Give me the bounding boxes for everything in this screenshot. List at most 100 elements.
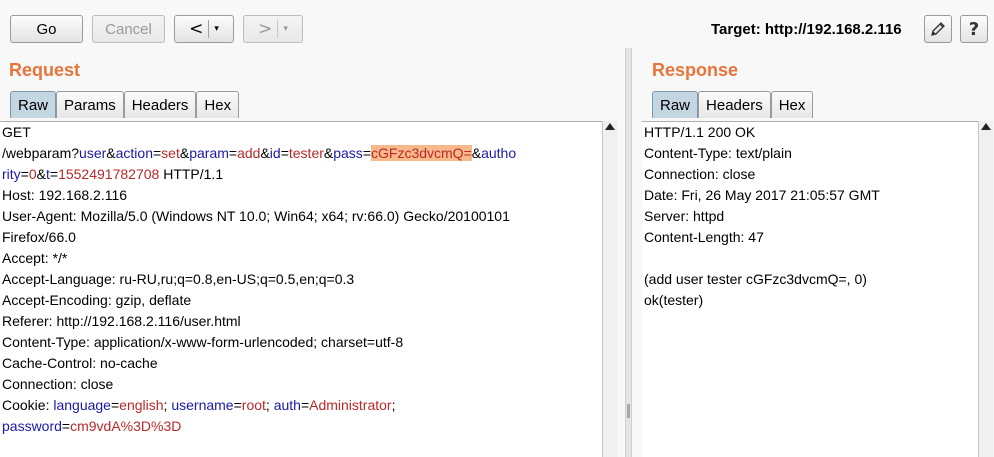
cookie-name: language	[53, 397, 111, 413]
request-line: GET	[2, 124, 31, 140]
response-line: Content-Length: 47	[644, 229, 764, 245]
go-button-label: Go	[36, 20, 57, 38]
divider-grip-icon[interactable]	[627, 404, 630, 418]
response-line: HTTP/1.1 200 OK	[644, 124, 756, 140]
response-title: Response	[652, 60, 739, 80]
cookie-value: root	[241, 397, 266, 413]
cookie-equals: =	[233, 397, 242, 413]
param-separator: &	[471, 145, 482, 161]
request-tabs: Raw Params Headers Hex	[10, 91, 240, 118]
request-tab-hex[interactable]: Hex	[196, 91, 240, 118]
param-name: autho	[481, 145, 517, 161]
split-pane-divider[interactable]	[625, 48, 632, 457]
header-line: Firefox/66.0	[2, 229, 76, 245]
go-button[interactable]: Go	[10, 15, 83, 43]
param-name: id	[269, 145, 281, 161]
response-raw-editor[interactable]: HTTP/1.1 200 OK Content-Type: text/plain…	[642, 121, 978, 457]
param-value: tester	[288, 145, 324, 161]
header-line: Connection: close	[2, 376, 114, 392]
param-value: set	[161, 145, 180, 161]
back-arrow-icon: <	[189, 19, 204, 39]
back-button-separator	[208, 20, 210, 38]
request-tab-raw[interactable]: Raw	[10, 91, 57, 118]
cookie-separator: ;	[265, 397, 274, 413]
param-name: rity	[2, 166, 21, 182]
param-name: pass	[333, 145, 363, 161]
response-line: Content-Type: text/plain	[644, 145, 792, 161]
param-equals: =	[362, 145, 371, 161]
response-scrollbar[interactable]	[978, 121, 993, 457]
response-line: (add user tester cGFzc3dvcmQ=, 0)	[644, 271, 867, 287]
request-tab-headers[interactable]: Headers	[123, 91, 197, 118]
param-equals: =	[228, 145, 238, 161]
request-title: Request	[9, 60, 81, 80]
request-tab-params[interactable]: Params	[56, 91, 124, 118]
cookie-line-wrap: password=cm9vdA%3D%3D	[2, 416, 602, 437]
response-line: ok(tester)	[644, 292, 704, 308]
cancel-button[interactable]: Cancel	[92, 15, 165, 43]
cookie-name: password	[2, 418, 62, 434]
cookie-prefix: Cookie:	[2, 397, 54, 413]
target-label: Target: http://192.168.2.116	[711, 21, 902, 38]
header-line: User-Agent: Mozilla/5.0 (Windows NT 10.0…	[2, 208, 510, 224]
cookie-value: cm9vdA%3D%3D	[70, 418, 182, 434]
param-equals: =	[280, 145, 289, 161]
header-line: Accept-Encoding: gzip, deflate	[2, 292, 192, 308]
cookie-separator: ;	[391, 397, 396, 413]
forward-arrow-icon: >	[258, 19, 273, 39]
cookie-name: username	[171, 397, 234, 413]
request-query-line: /webparam?user&action=set&param=add&id=t…	[2, 143, 602, 164]
response-line: Server: httpd	[644, 208, 725, 224]
param-equals: =	[20, 166, 29, 182]
response-tab-raw[interactable]: Raw	[652, 91, 699, 118]
param-name: action	[115, 145, 153, 161]
back-button[interactable]: < ▾	[174, 15, 234, 43]
cookie-value: Administrator	[309, 397, 392, 413]
response-line	[644, 248, 978, 269]
cookie-equals: =	[300, 397, 310, 413]
forward-button[interactable]: > ▾	[243, 15, 303, 43]
request-scrollbar[interactable]	[602, 121, 617, 457]
help-icon: ?	[968, 18, 980, 40]
highlighted-param-value[interactable]: cGFzc3dvcmQ=	[371, 145, 472, 161]
cookie-value: english	[119, 397, 164, 413]
param-separator: &	[106, 145, 116, 161]
param-value: 0	[28, 166, 37, 182]
header-line: Referer: http://192.168.2.116/user.html	[2, 313, 241, 329]
request-raw-editor[interactable]: GET /webparam?user&action=set&param=add&…	[0, 121, 602, 457]
response-line: Connection: close	[644, 166, 756, 182]
back-history-dropdown-icon[interactable]: ▾	[214, 24, 219, 34]
cancel-button-label: Cancel	[105, 20, 152, 38]
cookie-name: auth	[273, 397, 301, 413]
param-separator: &	[323, 145, 334, 161]
param-value: 1552491782708	[58, 166, 160, 182]
http-version: HTTP/1.1	[159, 166, 224, 182]
param-separator: &	[179, 145, 190, 161]
scroll-up-icon[interactable]	[981, 123, 991, 130]
param-value: add	[237, 145, 261, 161]
response-line: Date: Fri, 26 May 2017 21:05:57 GMT	[644, 187, 880, 203]
cookie-equals: =	[110, 397, 120, 413]
scroll-up-icon[interactable]	[605, 123, 615, 130]
param-name: param	[189, 145, 229, 161]
cookie-line: Cookie: language=english; username=root;…	[2, 395, 602, 416]
response-tabs: Raw Headers Hex	[652, 91, 814, 118]
response-tab-hex[interactable]: Hex	[770, 91, 814, 118]
header-line: Accept: */*	[2, 250, 68, 266]
pencil-icon	[931, 22, 945, 36]
param-separator: &	[36, 166, 46, 182]
forward-history-dropdown-icon[interactable]: ▾	[283, 24, 288, 34]
cookie-equals: =	[61, 418, 71, 434]
forward-button-separator	[277, 20, 279, 38]
help-button[interactable]: ?	[960, 15, 988, 43]
param-separator: &	[260, 145, 270, 161]
header-line: Content-Type: application/x-www-form-url…	[2, 334, 404, 350]
param-name: user	[79, 145, 107, 161]
edit-target-button[interactable]	[924, 15, 952, 43]
header-line: Cache-Control: no-cache	[2, 355, 158, 371]
header-line: Host: 192.168.2.116	[2, 187, 128, 203]
request-path: /webparam?	[2, 145, 80, 161]
param-equals: =	[49, 166, 59, 182]
header-line: Accept-Language: ru-RU,ru;q=0.8,en-US;q=…	[2, 271, 355, 287]
response-tab-headers[interactable]: Headers	[698, 91, 771, 118]
